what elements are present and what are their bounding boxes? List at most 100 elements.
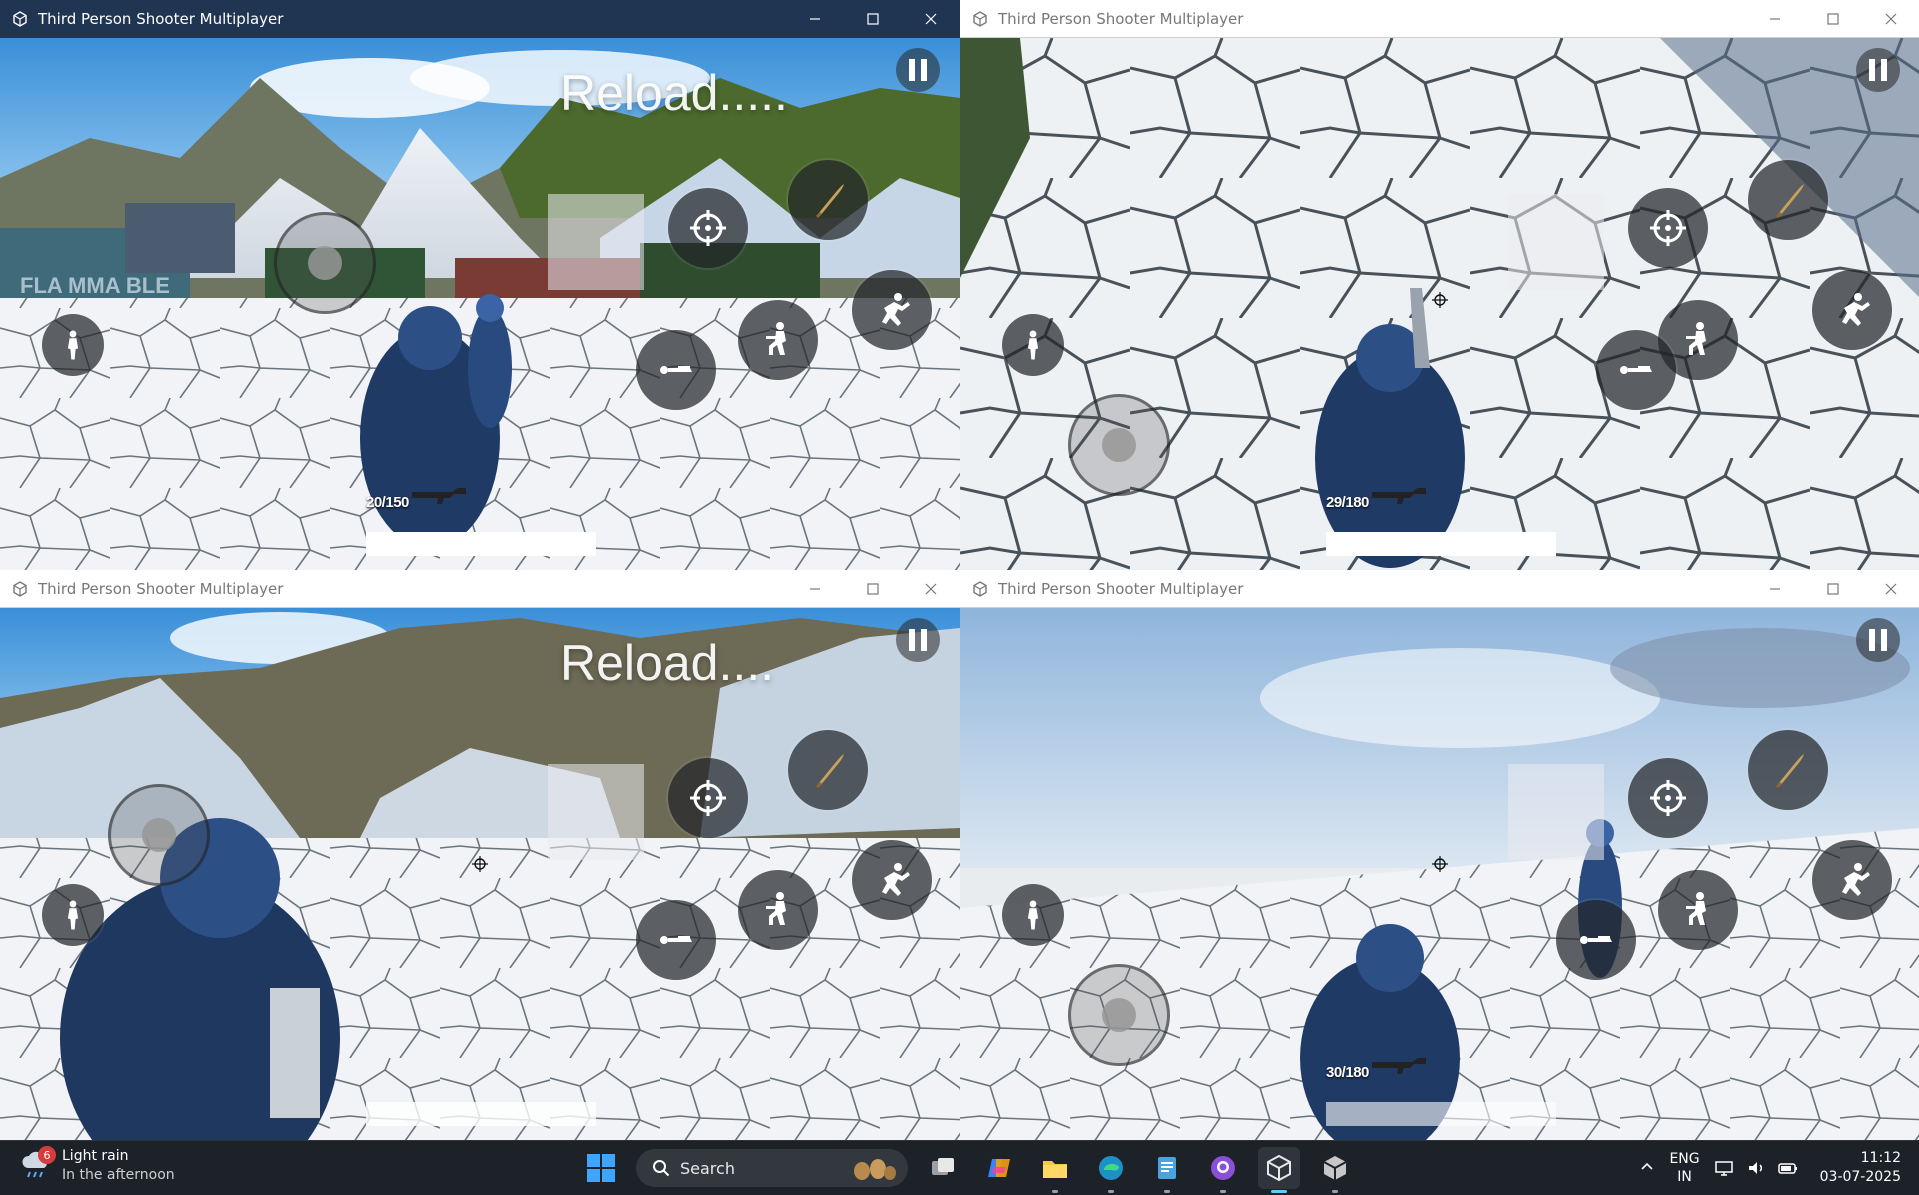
search-icon bbox=[653, 1160, 670, 1177]
crouch-icon bbox=[766, 322, 786, 355]
unity-hub-button[interactable] bbox=[1314, 1147, 1356, 1193]
pause-button[interactable] bbox=[1856, 618, 1900, 662]
sprint-button[interactable] bbox=[42, 884, 104, 946]
minimize-icon bbox=[810, 587, 820, 590]
window-titlebar[interactable]: Third Person Shooter Multiplayer bbox=[960, 0, 1919, 38]
minimize-button[interactable] bbox=[1746, 570, 1804, 607]
crouch-button[interactable] bbox=[738, 300, 818, 380]
file-explorer-button[interactable] bbox=[1034, 1147, 1076, 1193]
move-joystick[interactable] bbox=[274, 212, 376, 314]
aim-touchpad[interactable] bbox=[1508, 764, 1604, 860]
reload-button[interactable] bbox=[1748, 160, 1828, 240]
crouch-button[interactable] bbox=[738, 870, 818, 950]
window-titlebar[interactable]: Third Person Shooter Multiplayer bbox=[0, 570, 960, 608]
edge-browser-button[interactable] bbox=[1090, 1147, 1132, 1193]
joystick-knob[interactable] bbox=[142, 818, 176, 852]
pause-button[interactable] bbox=[1856, 48, 1900, 92]
reload-button[interactable] bbox=[788, 160, 868, 240]
joystick-knob[interactable] bbox=[308, 246, 342, 280]
close-button[interactable] bbox=[1862, 570, 1919, 607]
notepad-button[interactable] bbox=[1146, 1147, 1188, 1193]
maximize-button[interactable] bbox=[844, 570, 902, 607]
jump-button[interactable] bbox=[1812, 270, 1892, 350]
windows-logo-icon bbox=[587, 1154, 615, 1182]
minimize-button[interactable] bbox=[1746, 0, 1804, 37]
copilot-icon bbox=[988, 1159, 1010, 1177]
edge-icon bbox=[1099, 1156, 1123, 1180]
game-window-bottom-left[interactable]: Third Person Shooter Multiplayer Reload.… bbox=[0, 570, 960, 1140]
close-button[interactable] bbox=[902, 0, 960, 37]
maximize-button[interactable] bbox=[1804, 570, 1862, 607]
window-titlebar[interactable]: Third Person Shooter Multiplayer bbox=[0, 0, 960, 38]
game-viewport[interactable]: 29/180 bbox=[960, 38, 1919, 570]
prone-button[interactable] bbox=[636, 330, 716, 410]
jump-button[interactable] bbox=[852, 840, 932, 920]
search-highlight-icon bbox=[854, 1159, 896, 1180]
taskbar-search[interactable]: Search bbox=[636, 1149, 908, 1187]
aim-touchpad[interactable] bbox=[1508, 194, 1604, 290]
close-icon bbox=[1885, 583, 1897, 594]
prone-button[interactable] bbox=[1556, 900, 1636, 980]
rifle-icon bbox=[412, 488, 466, 504]
sprint-button[interactable] bbox=[1002, 314, 1064, 376]
aim-crosshair-icon bbox=[1650, 780, 1686, 816]
reload-button[interactable] bbox=[788, 730, 868, 810]
weather-widget[interactable]: 6 Light rain In the afternoon bbox=[20, 1146, 175, 1185]
prone-button[interactable] bbox=[1596, 330, 1676, 410]
sprint-button[interactable] bbox=[42, 314, 104, 376]
jump-button[interactable] bbox=[1812, 840, 1892, 920]
ammo-counter: 29/180 bbox=[1326, 494, 1369, 511]
aim-button[interactable] bbox=[668, 188, 748, 268]
maximize-button[interactable] bbox=[844, 0, 902, 37]
soldier-run-icon bbox=[67, 330, 79, 360]
game-window-top-right[interactable]: Third Person Shooter Multiplayer 29/180 bbox=[960, 0, 1919, 570]
folder-icon bbox=[1043, 1161, 1067, 1178]
window-title: Third Person Shooter Multiplayer bbox=[998, 9, 1244, 28]
minimize-button[interactable] bbox=[786, 0, 844, 37]
aim-button[interactable] bbox=[1628, 758, 1708, 838]
game-window-bottom-right[interactable]: Third Person Shooter Multiplayer 30/180 bbox=[960, 570, 1919, 1140]
weather-title: Light rain bbox=[62, 1148, 129, 1164]
language-indicator[interactable]: ENG IN bbox=[1669, 1150, 1699, 1186]
aim-button[interactable] bbox=[1628, 188, 1708, 268]
game-window-top-left[interactable]: Third Person Shooter Multiplayer FLA MMA… bbox=[0, 0, 960, 570]
close-button[interactable] bbox=[902, 570, 960, 607]
move-joystick[interactable] bbox=[108, 784, 210, 886]
close-button[interactable] bbox=[1862, 0, 1919, 37]
copilot-button[interactable] bbox=[978, 1147, 1020, 1189]
unity-game-button[interactable] bbox=[1258, 1147, 1300, 1193]
game-viewport[interactable]: FLA MMA BLE Reload..... 20/150 bbox=[0, 38, 960, 570]
start-button[interactable] bbox=[580, 1147, 622, 1189]
game-viewport[interactable]: 30/180 bbox=[960, 608, 1919, 1140]
show-hidden-icons-button[interactable] bbox=[1639, 1158, 1655, 1178]
github-desktop-button[interactable] bbox=[1202, 1147, 1244, 1193]
close-icon bbox=[925, 583, 937, 594]
window-title: Third Person Shooter Multiplayer bbox=[38, 9, 284, 28]
move-joystick[interactable] bbox=[1068, 964, 1170, 1066]
move-joystick[interactable] bbox=[1068, 394, 1170, 496]
soldier-run-icon bbox=[67, 900, 79, 930]
quick-settings[interactable] bbox=[1714, 1158, 1798, 1178]
prone-button[interactable] bbox=[636, 900, 716, 980]
game-scene: FLA MMA BLE bbox=[0, 38, 960, 570]
task-view-button[interactable] bbox=[922, 1147, 964, 1189]
jump-button[interactable] bbox=[852, 270, 932, 350]
bullet-icon bbox=[1776, 754, 1804, 788]
game-viewport[interactable]: Reload.... bbox=[0, 608, 960, 1140]
reload-button[interactable] bbox=[1748, 730, 1828, 810]
minimize-button[interactable] bbox=[786, 570, 844, 607]
crouch-button[interactable] bbox=[1658, 870, 1738, 950]
window-titlebar[interactable]: Third Person Shooter Multiplayer bbox=[960, 570, 1919, 608]
pause-button[interactable] bbox=[896, 618, 940, 662]
aim-button[interactable] bbox=[668, 758, 748, 838]
maximize-button[interactable] bbox=[1804, 0, 1862, 37]
pause-button[interactable] bbox=[896, 48, 940, 92]
sprint-button[interactable] bbox=[1002, 884, 1064, 946]
aim-touchpad[interactable] bbox=[548, 194, 644, 290]
volume-icon bbox=[1748, 1162, 1762, 1174]
clock[interactable]: 11:12 03-07-2025 bbox=[1820, 1149, 1901, 1187]
joystick-knob[interactable] bbox=[1102, 428, 1136, 462]
joystick-knob[interactable] bbox=[1102, 998, 1136, 1032]
rifle-icon bbox=[1372, 488, 1426, 504]
aim-touchpad[interactable] bbox=[548, 764, 644, 860]
